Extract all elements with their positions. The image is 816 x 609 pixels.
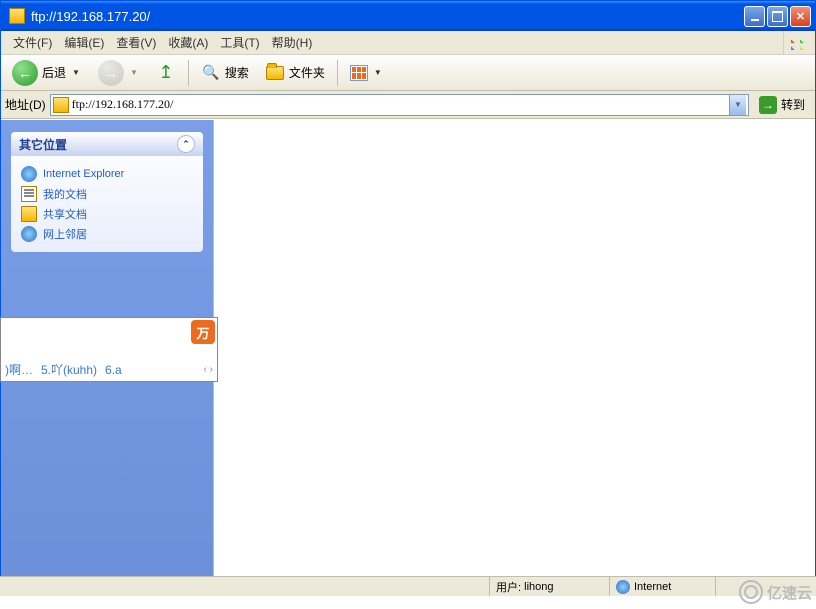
toolbar: ← 后退 ▼ → ▼ ↥ 🔍 搜索 文件夹 ▼ <box>1 55 815 91</box>
titlebar: ftp://192.168.177.20/ ✕ <box>1 1 815 31</box>
forward-button[interactable]: → ▼ <box>91 56 147 90</box>
views-button[interactable]: ▼ <box>343 61 391 85</box>
network-icon <box>21 226 37 242</box>
link-network-label: 网上邻居 <box>43 226 87 242</box>
address-label: 地址(D) <box>5 96 46 113</box>
folders-label: 文件夹 <box>289 64 325 81</box>
status-left <box>0 577 490 596</box>
menu-edit[interactable]: 编辑(E) <box>58 32 110 53</box>
views-dropdown-icon[interactable]: ▼ <box>372 68 384 77</box>
up-icon: ↥ <box>156 63 176 83</box>
link-shared-documents[interactable]: 共享文档 <box>21 204 193 224</box>
back-dropdown-icon[interactable]: ▼ <box>70 68 82 77</box>
file-list-pane[interactable] <box>213 120 815 595</box>
status-user-value: lihong <box>524 581 553 593</box>
folder-icon <box>266 66 284 80</box>
views-icon <box>350 65 368 81</box>
address-input[interactable]: ftp://192.168.177.20/ ▼ <box>50 94 749 116</box>
document-icon <box>21 186 37 202</box>
other-places-box: 其它位置 ⌃ Internet Explorer 我的文档 共享文档 <box>11 132 203 252</box>
menubar: 文件(F) 编辑(E) 查看(V) 收藏(A) 工具(T) 帮助(H) <box>1 31 815 55</box>
link-mydocs-label: 我的文档 <box>43 186 87 202</box>
back-label: 后退 <box>42 64 66 81</box>
go-label: 转到 <box>781 96 805 113</box>
address-value: ftp://192.168.177.20/ <box>72 97 729 112</box>
go-icon: → <box>759 96 777 114</box>
status-zone-label: Internet <box>634 581 671 593</box>
forward-icon: → <box>98 60 124 86</box>
status-user: 用户: lihong <box>490 577 610 596</box>
other-places-header[interactable]: 其它位置 ⌃ <box>11 132 203 156</box>
search-button[interactable]: 🔍 搜索 <box>194 59 256 87</box>
minimize-button[interactable] <box>744 6 765 27</box>
shared-folder-icon <box>21 206 37 222</box>
watermark: 亿速云 <box>739 575 812 609</box>
ime-popup: 万 )啊… 5.吖(kuhh) 6.a ‹ › <box>0 317 218 382</box>
go-button[interactable]: → 转到 <box>753 94 811 116</box>
window-title: ftp://192.168.177.20/ <box>29 9 744 24</box>
address-icon <box>53 97 69 113</box>
forward-dropdown-icon[interactable]: ▼ <box>128 68 140 77</box>
windows-logo-icon <box>783 31 815 55</box>
link-ie-label: Internet Explorer <box>43 168 124 180</box>
ime-brand-icon: 万 <box>191 320 215 344</box>
search-label: 搜索 <box>225 64 249 81</box>
link-shared-label: 共享文档 <box>43 206 87 222</box>
other-places-title: 其它位置 <box>19 136 67 153</box>
back-icon: ← <box>12 60 38 86</box>
link-internet-explorer[interactable]: Internet Explorer <box>21 164 193 184</box>
ime-candidate-2[interactable]: 5.吖(kuhh) <box>41 361 97 378</box>
ime-candidate-3[interactable]: 6.a <box>105 363 122 377</box>
up-button[interactable]: ↥ <box>149 59 183 87</box>
link-network-neighborhood[interactable]: 网上邻居 <box>21 224 193 244</box>
address-dropdown-icon[interactable]: ▼ <box>729 95 746 115</box>
close-button[interactable]: ✕ <box>790 6 811 27</box>
watermark-text: 亿速云 <box>767 582 812 603</box>
toolbar-separator <box>188 60 189 86</box>
status-zone: Internet <box>610 577 716 596</box>
internet-zone-icon <box>616 580 630 594</box>
status-bar: 用户: lihong Internet <box>0 576 816 596</box>
menu-help[interactable]: 帮助(H) <box>266 32 319 53</box>
toolbar-separator <box>337 60 338 86</box>
menu-view[interactable]: 查看(V) <box>110 32 162 53</box>
search-icon: 🔍 <box>201 63 221 83</box>
collapse-icon[interactable]: ⌃ <box>177 135 195 153</box>
menu-tools[interactable]: 工具(T) <box>214 32 265 53</box>
folders-button[interactable]: 文件夹 <box>258 59 332 87</box>
address-bar: 地址(D) ftp://192.168.177.20/ ▼ → 转到 <box>1 91 815 119</box>
ime-pager[interactable]: ‹ › <box>204 364 213 375</box>
watermark-icon <box>739 580 763 604</box>
ime-candidate-1[interactable]: )啊… <box>5 361 33 378</box>
menu-favorites[interactable]: 收藏(A) <box>162 32 214 53</box>
menu-file[interactable]: 文件(F) <box>7 32 58 53</box>
link-my-documents[interactable]: 我的文档 <box>21 184 193 204</box>
ie-icon <box>21 166 37 182</box>
back-button[interactable]: ← 后退 ▼ <box>5 56 89 90</box>
window-icon <box>9 8 25 24</box>
maximize-button[interactable] <box>767 6 788 27</box>
status-user-label: 用户: <box>496 579 521 595</box>
